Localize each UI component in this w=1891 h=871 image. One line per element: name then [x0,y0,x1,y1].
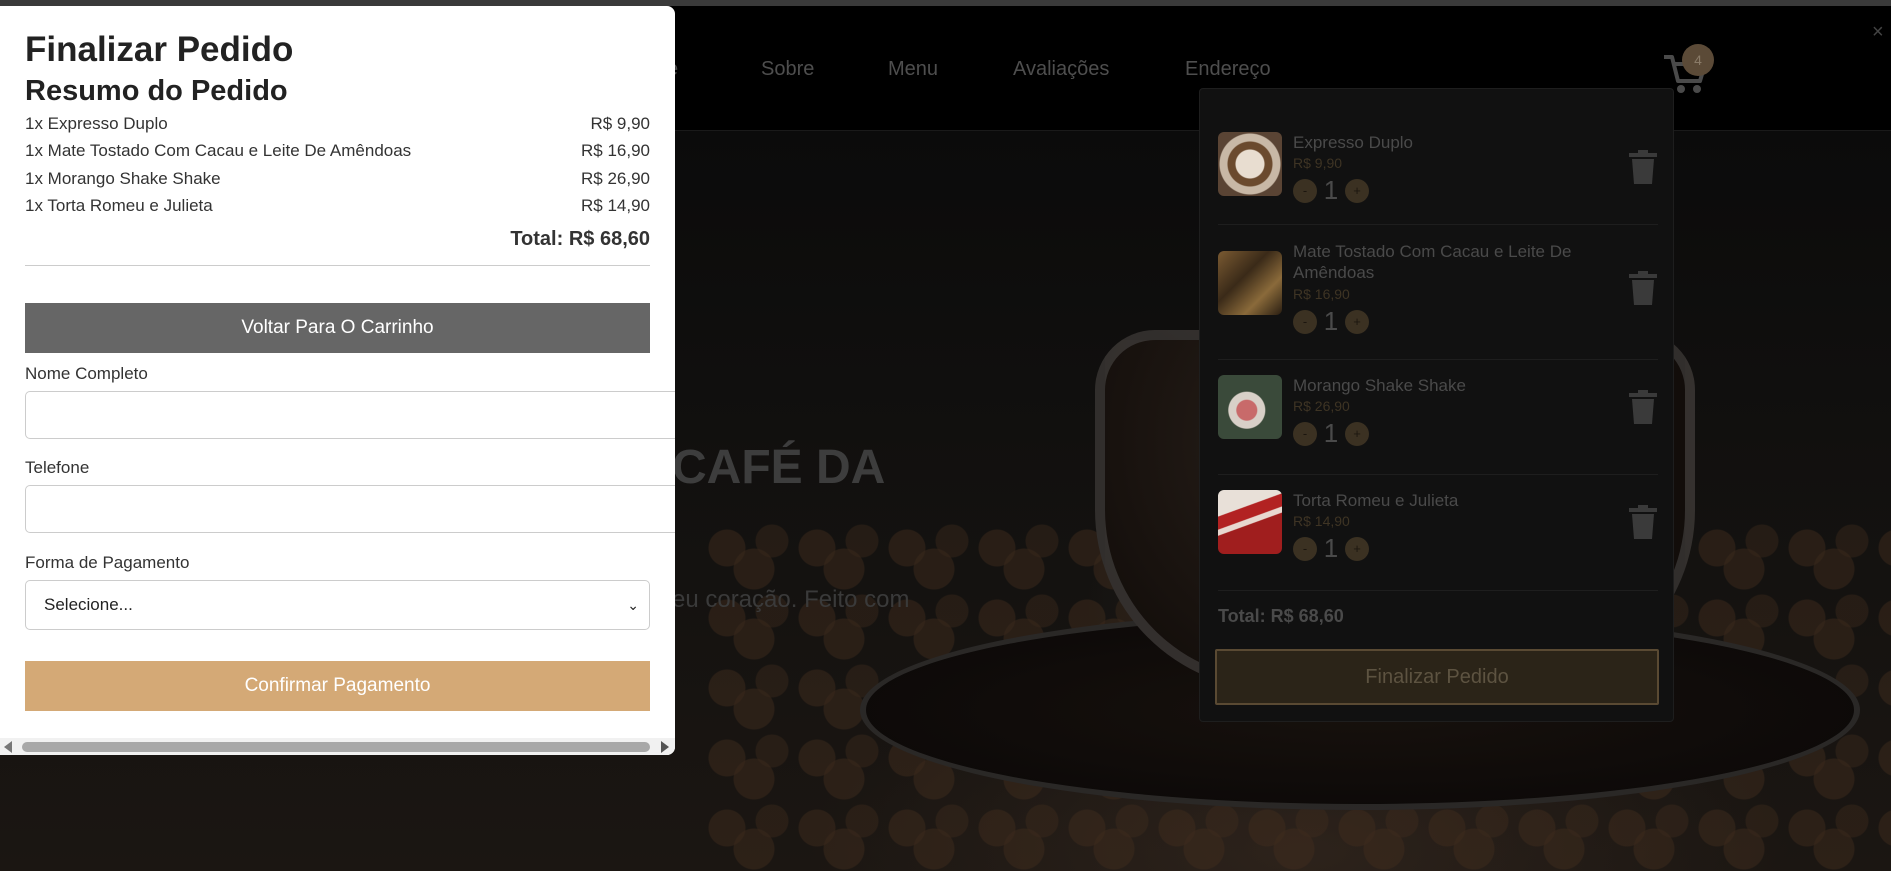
summary-item-price: R$ 26,90 [581,169,650,188]
chevron-down-icon: ⌄ [627,597,639,613]
cart-count-badge: 4 [1682,44,1714,76]
name-label: Nome Completo [25,364,148,383]
decrease-button[interactable]: - [1293,309,1317,334]
nav-item-endereco[interactable]: Endereço [1185,58,1271,81]
increase-button[interactable]: + [1345,309,1369,334]
quantity-value: 1 [1323,306,1339,336]
hero-title: CAFÉ DA [672,441,886,494]
cart-item: Torta Romeu e Julieta R$ 14,90 -1 + [1218,490,1658,570]
cart-item-price: R$ 16,90 [1293,286,1350,302]
trash-icon[interactable] [1628,390,1658,424]
horizontal-scrollbar[interactable] [0,738,675,755]
cart-item: Morango Shake Shake R$ 26,90 -1 + [1218,375,1658,455]
product-thumbnail [1218,251,1282,315]
payment-label: Forma de Pagamento [25,553,190,572]
cart-item: Expresso Duplo R$ 9,90 -1 + [1218,132,1658,212]
quantity-value: 1 [1323,418,1339,448]
full-name-input[interactable] [25,391,675,439]
cart-divider [1218,590,1658,591]
product-thumbnail [1218,132,1282,196]
increase-button[interactable]: + [1345,421,1369,446]
product-thumbnail [1218,375,1282,439]
close-icon[interactable]: × [1872,22,1884,42]
summary-divider [25,265,650,266]
confirm-payment-button[interactable]: Confirmar Pagamento [25,661,650,711]
quantity-stepper: -1 + [1293,175,1369,205]
quantity-value: 1 [1323,175,1339,205]
trash-icon[interactable] [1628,150,1658,184]
scrollbar-thumb[interactable] [22,742,650,752]
summary-item-name: 1x Morango Shake Shake [25,169,221,188]
decrease-button[interactable]: - [1293,421,1317,446]
payment-selected-value: Selecione... [44,595,133,614]
phone-label: Telefone [25,458,90,477]
cart-item-price: R$ 14,90 [1293,513,1350,529]
nav-item-menu[interactable]: Menu [888,58,938,81]
cart-total: Total: R$ 68,60 [1218,606,1344,626]
increase-button[interactable]: + [1345,178,1369,203]
quantity-stepper: -1 + [1293,533,1369,563]
summary-item-name: 1x Mate Tostado Com Cacau e Leite De Amê… [25,141,412,160]
back-to-cart-button[interactable]: Voltar Para O Carrinho [25,303,650,353]
scroll-left-icon[interactable] [4,741,12,753]
trash-icon[interactable] [1628,271,1658,305]
cart-divider [1218,474,1658,475]
product-thumbnail [1218,490,1282,554]
summary-title: Resumo do Pedido [25,75,288,107]
cart-item-price: R$ 26,90 [1293,398,1350,414]
modal-title: Finalizar Pedido [25,30,294,69]
nav-item-sobre[interactable]: Sobre [761,58,814,81]
cart-item-name: Expresso Duplo [1293,133,1414,152]
cart-dropdown: Expresso Duplo R$ 9,90 -1 + Mate Tostado … [1199,88,1674,722]
quantity-stepper: -1 + [1293,306,1369,336]
trash-icon[interactable] [1628,505,1658,539]
payment-method-select[interactable]: Selecione... ⌄ [25,580,650,630]
summary-item-name: 1x Torta Romeu e Julieta [25,196,213,215]
cart-divider [1218,359,1658,360]
cart-item-name: Morango Shake Shake [1293,376,1466,395]
cart-finalize-button[interactable]: Finalizar Pedido [1215,649,1659,705]
cart-item: Mate Tostado Com Cacau e Leite De Amêndo… [1218,241,1658,341]
summary-total: Total: R$ 68,60 [510,228,650,250]
summary-item-price: R$ 16,90 [581,141,650,160]
decrease-button[interactable]: - [1293,178,1317,203]
checkout-modal: Finalizar Pedido Resumo do Pedido 1x Exp… [0,6,675,755]
summary-item-price: R$ 14,90 [581,196,650,215]
cart-item-price: R$ 9,90 [1293,155,1343,171]
cart-item-name: Mate Tostado Com Cacau e Leite De Amêndo… [1293,242,1572,282]
scroll-right-icon[interactable] [661,741,669,753]
cart-divider [1218,224,1658,225]
nav-item-avaliacoes[interactable]: Avaliações [1013,58,1109,81]
summary-item-price: R$ 9,90 [590,114,650,133]
phone-input[interactable] [25,485,675,533]
quantity-stepper: -1 + [1293,418,1369,448]
cart-item-name: Torta Romeu e Julieta [1293,491,1459,510]
increase-button[interactable]: + [1345,536,1369,561]
quantity-value: 1 [1323,533,1339,563]
decrease-button[interactable]: - [1293,536,1317,561]
summary-item-name: 1x Expresso Duplo [25,114,168,133]
hero-subtitle: eu coração. Feito com [672,586,910,613]
